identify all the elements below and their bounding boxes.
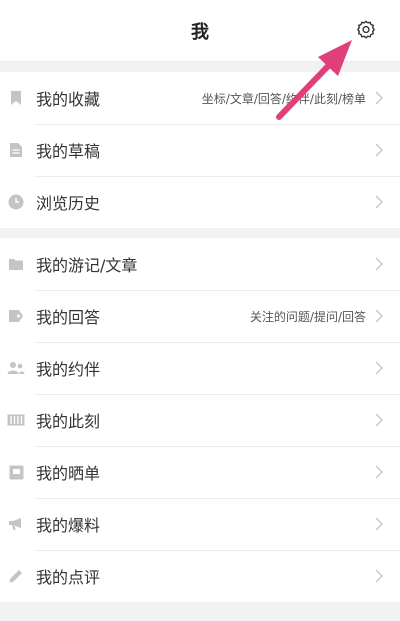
chevron-right-icon bbox=[374, 465, 384, 479]
clock-icon bbox=[6, 192, 26, 212]
menu-item-subtitle: 坐标/文章/回答/约伴/此刻/榜单 bbox=[201, 91, 366, 106]
menu-item-travelogues[interactable]: 我的游记/文章 bbox=[0, 238, 400, 290]
folder-icon bbox=[6, 254, 26, 274]
pencil-icon bbox=[6, 566, 26, 586]
chevron-right-icon bbox=[374, 91, 384, 105]
menu-item-label: 我的晒单 bbox=[36, 464, 101, 483]
chevron-right-icon bbox=[374, 361, 384, 375]
menu-item-label: 我的爆料 bbox=[36, 516, 101, 535]
chevron-right-icon bbox=[374, 309, 384, 323]
menu-item-favorites[interactable]: 我的收藏 坐标/文章/回答/约伴/此刻/榜单 bbox=[0, 72, 400, 124]
menu-item-label: 我的游记/文章 bbox=[36, 256, 138, 275]
menu-item-label: 我的此刻 bbox=[36, 412, 101, 431]
menu-item-moments[interactable]: 我的此刻 bbox=[0, 394, 400, 446]
gear-icon bbox=[357, 20, 375, 39]
menu-group-collections: 我的收藏 坐标/文章/回答/约伴/此刻/榜单 我的草稿 浏览历史 bbox=[0, 72, 400, 228]
bookmark-icon bbox=[6, 88, 26, 108]
menu-item-subtitle: 关注的问题/提问/回答 bbox=[249, 309, 366, 324]
menu-item-history[interactable]: 浏览历史 bbox=[0, 176, 400, 228]
chevron-right-icon bbox=[374, 413, 384, 427]
page-title: 我 bbox=[191, 21, 209, 43]
menu-item-companions[interactable]: 我的约伴 bbox=[0, 342, 400, 394]
chevron-right-icon bbox=[374, 569, 384, 583]
menu-group-my-content: 我的游记/文章 我的回答 关注的问题/提问/回答 我的约伴 我的此刻 我的晒单 bbox=[0, 238, 400, 602]
menu-item-drafts[interactable]: 我的草稿 bbox=[0, 124, 400, 176]
megaphone-icon bbox=[6, 514, 26, 534]
chevron-right-icon bbox=[374, 195, 384, 209]
menu-item-answers[interactable]: 我的回答 关注的问题/提问/回答 bbox=[0, 290, 400, 342]
menu-item-label: 我的约伴 bbox=[36, 360, 101, 379]
chevron-right-icon bbox=[374, 257, 384, 271]
menu-item-label: 我的点评 bbox=[36, 568, 101, 587]
menu-item-reviews[interactable]: 我的点评 bbox=[0, 550, 400, 602]
menu-item-label: 我的回答 bbox=[36, 308, 101, 327]
draft-document-icon bbox=[6, 140, 26, 160]
settings-button[interactable] bbox=[352, 16, 380, 44]
top-bar: 我 bbox=[0, 0, 400, 62]
menu-item-showcases[interactable]: 我的晒单 bbox=[0, 446, 400, 498]
answer-tag-icon bbox=[6, 306, 26, 326]
menu-item-label: 我的收藏 bbox=[36, 90, 101, 109]
people-icon bbox=[6, 358, 26, 378]
menu-item-scoops[interactable]: 我的爆料 bbox=[0, 498, 400, 550]
menu-item-label: 浏览历史 bbox=[36, 194, 101, 213]
chevron-right-icon bbox=[374, 143, 384, 157]
menu-item-label: 我的草稿 bbox=[36, 142, 101, 161]
receipt-icon bbox=[6, 462, 26, 482]
chevron-right-icon bbox=[374, 517, 384, 531]
film-strip-icon bbox=[6, 410, 26, 430]
